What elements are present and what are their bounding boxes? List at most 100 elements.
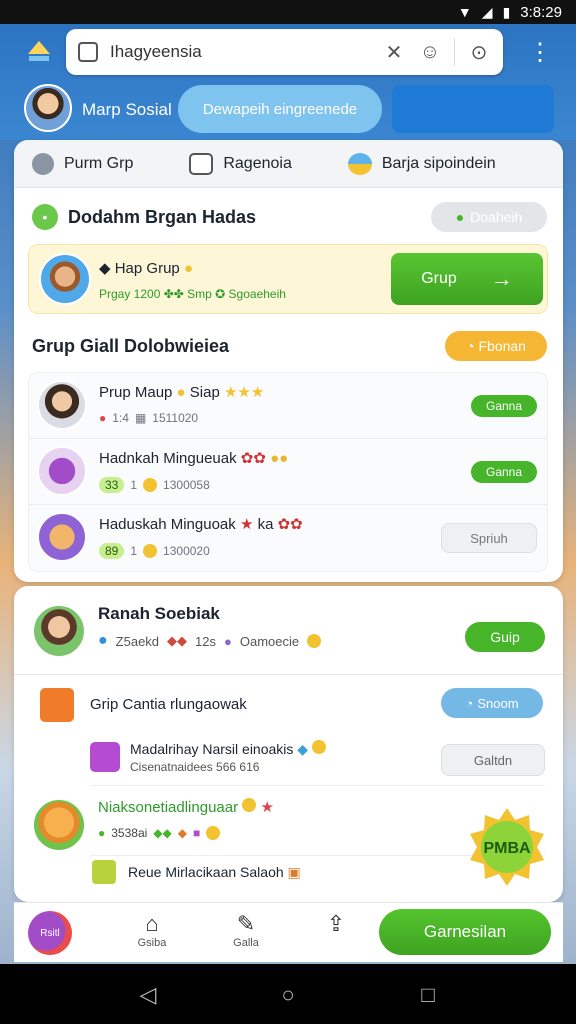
info-icon[interactable]: ⊙ [467,40,491,65]
heart-icon: ● [99,411,107,425]
featured-meta: Prgay 1200 ✤✤ Smp ✪ Sgoaeheih [99,287,286,301]
person-meta: ● Z5aekd ◆◆ 12s ● Oamoecie [98,632,322,650]
join-button[interactable]: Ganna [471,461,537,483]
bag-icon: ⌂ [145,911,159,936]
stars-icon: ★★★ [223,384,265,401]
community-title: Niaksonetiadlinguaar ★ [98,798,274,816]
avatar[interactable] [24,84,72,132]
join-button[interactable]: Ganna [471,395,537,417]
status-bar: ▼ ◢ ▮ 3:8:29 [0,0,576,24]
globe-icon [347,152,372,175]
blue-dot-icon: ● [98,632,108,649]
dot-icon: • [32,204,58,230]
gem-icon: ◆◆ [167,633,188,648]
category-label: Ragenoia [223,154,292,172]
list-item[interactable]: Hadnkah Mingueuak ✿✿ ●● 33 1 1300058 Gan… [29,439,547,505]
status-time: 3:8:29 [520,3,562,21]
check-icon: ● [455,209,465,225]
group-button[interactable]: ◔ Snoom [441,688,543,718]
avatar [37,380,87,430]
category-item-1[interactable]: Purm Grp [32,152,134,175]
count-badge: 89 [99,543,125,559]
fire-icon: ◔ [466,338,475,354]
row-title: Haduskah Minguoak ★ ka ✿✿ [99,516,303,533]
resource-title[interactable]: Reue Mirlacikaan Salaoh ▣ [128,864,301,881]
secondary-button[interactable]: Spriuh [441,523,537,553]
featured-title: ◆ Hap Grup ● [99,260,193,277]
header-action-button[interactable] [392,85,554,133]
nav-item-1[interactable]: ⌂ Gsiba [128,911,176,949]
edit-icon: ✎ [236,911,256,936]
community-meta: ● 3538ai ◆◆ ◆ ■ [98,826,221,840]
header-pill-button[interactable]: Dewapeih eingreenede [178,85,382,133]
pill-label: Fbonan [478,338,526,354]
gems-icon: ◆ [177,826,187,840]
row-meta: 33 1 1300058 [99,477,210,493]
profile-name: Marp Sosial [82,100,172,119]
gift-icon [40,688,74,722]
circle-icon: ● [224,633,232,649]
face-icon: ●● [270,450,289,467]
signal-icon: ◢ [481,3,493,20]
arrow-right-icon: → [490,266,513,291]
avatar [37,512,87,562]
avatar [32,798,86,852]
share-icon: ⇪ [326,911,346,936]
chat-icon [189,152,214,175]
row-meta: 89 1 1300020 [99,543,210,559]
group-title: Grip Cantia rlungaowak [90,696,247,713]
sub-button[interactable]: Galtdn [441,744,545,776]
emoji-icon[interactable]: ☺ [418,41,442,64]
wifi-icon: ▼ [457,4,472,20]
coin-icon [242,798,257,812]
smile-icon: ● [183,260,193,277]
recents-icon[interactable]: □ [414,982,442,1008]
section-pill-button[interactable]: ◔ Fbonan [445,331,547,361]
count-badge: 33 [99,477,125,493]
category-item-3[interactable]: Barja sipoindein [347,152,496,175]
gems-icon: ◆ [297,741,309,757]
calendar-icon: ▦ [134,411,147,425]
avatar [39,253,91,305]
guip-button[interactable]: Guip [465,622,545,652]
avatar[interactable]: Rsitl [28,911,72,955]
search-bar[interactable]: Ihagyeensia ✕ ☺ ⊙ [66,29,503,75]
cta-button[interactable]: Garnesilan [379,909,551,955]
battery-icon: ▮ [502,3,511,20]
row-title: Hadnkah Mingueuak ✿✿ ●● [99,450,289,467]
coin-icon [206,826,221,840]
home-icon[interactable]: ○ [274,982,302,1008]
resource-icon [92,860,116,884]
section-pill-button[interactable]: ● Doaheih [431,202,547,232]
featured-group[interactable]: ◆ Hap Grup ● Prgay 1200 ✤✤ Smp ✪ Sgoaehe… [28,244,548,314]
category-item-2[interactable]: Ragenoia [189,152,292,175]
fire-icon: ◔ [465,695,474,711]
award-badge-icon[interactable]: PMBA [466,806,548,888]
app-header: Ihagyeensia ✕ ☺ ⊙ ⋮ Marp Sosial Dewapeih… [0,24,576,140]
back-icon[interactable]: ◁ [134,982,162,1008]
box-icon [90,742,120,772]
list-item[interactable]: Haduskah Minguoak ★ ka ✿✿ 89 1 1300020 S… [29,505,547,571]
avatar[interactable] [32,604,86,658]
search-input[interactable]: Ihagyeensia [110,42,370,62]
nav-item-3[interactable]: ⇪ [312,911,360,937]
nav-item-2[interactable]: ✎ Galla [222,911,270,949]
close-icon[interactable]: ✕ [382,40,406,65]
list-item[interactable]: Prup Maup ● Siap ★★★ ● 1:4 ▦ 1511020 Gan… [29,373,547,439]
flower-icon: ✿✿ [277,516,303,533]
star-icon: ★ [260,799,274,816]
category-label: Purm Grp [64,154,134,172]
game-icon: ◆ [99,260,111,277]
app-logo-icon[interactable] [22,36,56,70]
row-title: Prup Maup ● Siap ★★★ [99,384,265,401]
group-list: Prup Maup ● Siap ★★★ ● 1:4 ▦ 1511020 Gan… [28,372,548,572]
gift-box-icon [37,446,87,496]
system-nav-bar: ◁ ○ □ [0,964,576,1024]
category-label: Barja sipoindein [381,154,496,172]
join-group-button[interactable]: Grup → [391,253,543,305]
more-options-icon[interactable]: ⋮ [528,38,552,67]
check-icon: ● [98,826,106,840]
coin-icon [143,478,158,492]
sub-subtitle: Cisenatnaidees 566 616 [130,760,260,774]
bottom-nav: Rsitl ⌂ Gsiba ✎ Galla ⇪ Garnesilan [14,902,563,962]
